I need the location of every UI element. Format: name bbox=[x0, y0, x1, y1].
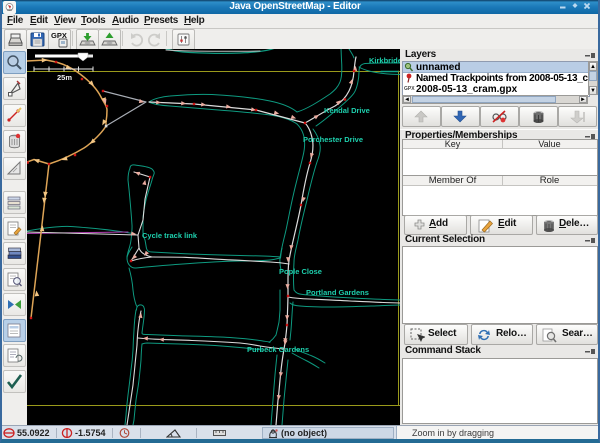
svg-text:Porchester Drive: Porchester Drive bbox=[303, 135, 363, 144]
svg-text:Purbeck Gardens: Purbeck Gardens bbox=[247, 345, 309, 354]
svg-text:Pople Close: Pople Close bbox=[279, 267, 322, 276]
svg-text:Cycle track link: Cycle track link bbox=[142, 231, 198, 240]
svg-text:Kendal Drive: Kendal Drive bbox=[324, 106, 370, 115]
svg-text:Kirkbride: Kirkbride bbox=[369, 56, 400, 65]
svg-text:Portland Gardens: Portland Gardens bbox=[306, 288, 369, 297]
svg-text:25m: 25m bbox=[57, 73, 72, 82]
